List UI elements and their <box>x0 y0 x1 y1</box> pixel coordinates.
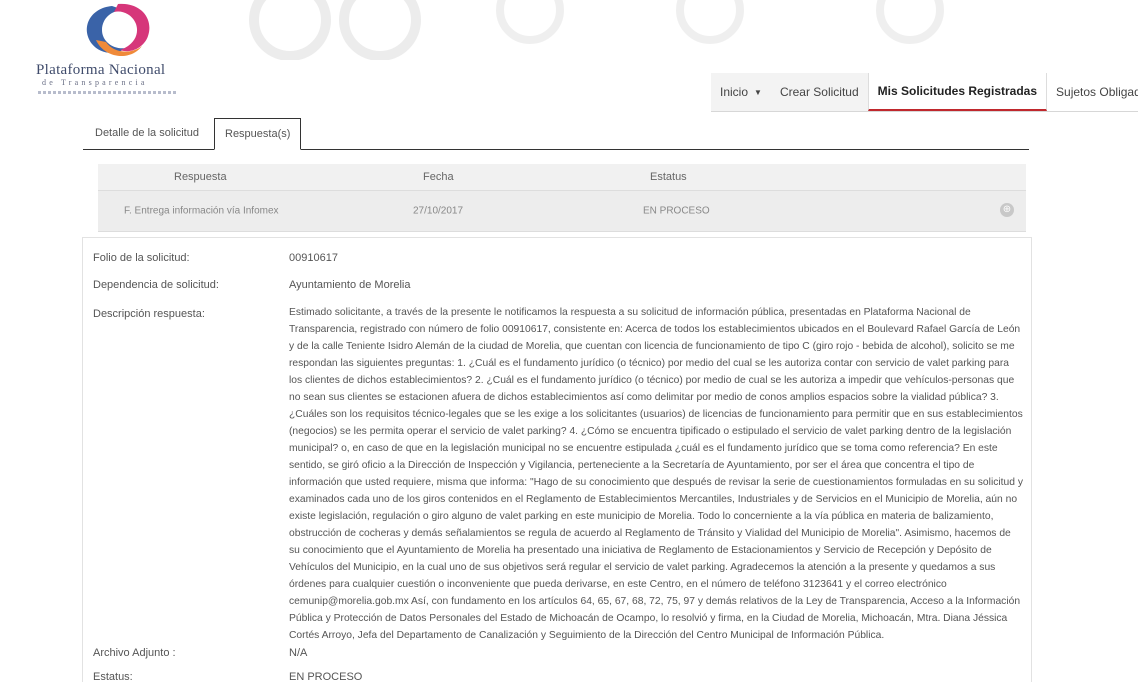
estatus-label: Estatus: <box>93 671 133 683</box>
folio-label: Folio de la solicitud: <box>93 252 190 264</box>
expand-circle-icon[interactable]: ⊕ <box>1000 203 1014 217</box>
table-row[interactable]: F. Entrega información vía Infomex 27/10… <box>98 191 1026 232</box>
cell-fecha: 27/10/2017 <box>413 205 464 217</box>
archivo-adjunto-label: Archivo Adjunto : <box>93 647 176 659</box>
tab-bar: Detalle de la solicitud Respuesta(s) <box>83 117 1029 150</box>
cell-respuesta: F. Entrega información vía Infomex <box>124 205 279 217</box>
nav-inicio[interactable]: Inicio ▼ <box>711 73 771 111</box>
dependencia-label: Dependencia de solicitud: <box>93 279 219 291</box>
logo-subtitle: de Transparencia <box>42 78 148 87</box>
nav-mis-solicitudes-label: Mis Solicitudes Registradas <box>877 84 1038 98</box>
estatus-value: EN PROCESO <box>289 671 363 683</box>
nav-sujetos-obligados-label: Sujetos Obligados <box>1056 85 1138 99</box>
nav-inicio-label: Inicio <box>720 85 749 99</box>
column-header-estatus: Estatus <box>650 171 687 183</box>
cell-estatus: EN PROCESO <box>643 205 710 217</box>
column-header-respuesta: Respuesta <box>174 171 227 183</box>
folio-value: 00910617 <box>289 252 338 264</box>
tab-respuestas[interactable]: Respuesta(s) <box>214 118 302 150</box>
table-header: Respuesta Fecha Estatus <box>98 164 1026 191</box>
logo-swirl-icon <box>86 3 150 57</box>
descripcion-label: Descripción respuesta: <box>93 308 205 320</box>
nav-crear-solicitud-label: Crear Solicitud <box>779 85 859 99</box>
caret-down-icon: ▼ <box>754 87 762 97</box>
responses-table: Respuesta Fecha Estatus F. Entrega infor… <box>98 164 1026 232</box>
tab-detalle-solicitud[interactable]: Detalle de la solicitud <box>85 117 209 149</box>
dependencia-value: Ayuntamiento de Morelia <box>289 279 411 291</box>
site-header: Plataforma Nacional de Transparencia Ini… <box>0 0 1138 112</box>
main-nav: Inicio ▼ Crear Solicitud Mis Solicitudes… <box>711 73 1138 112</box>
background-swirl-graphic <box>249 0 944 60</box>
nav-mis-solicitudes[interactable]: Mis Solicitudes Registradas <box>867 73 1048 111</box>
nav-sujetos-obligados[interactable]: Sujetos Obligados <box>1047 73 1138 111</box>
descripcion-value: Estimado solicitante, a través de la pre… <box>289 307 1023 641</box>
column-header-fecha: Fecha <box>423 171 454 183</box>
nav-crear-solicitud[interactable]: Crear Solicitud <box>771 73 868 111</box>
logo[interactable]: Plataforma Nacional de Transparencia <box>30 0 200 105</box>
logo-title: Plataforma Nacional <box>36 62 166 78</box>
response-detail-panel: Folio de la solicitud: 00910617 Dependen… <box>82 237 1032 683</box>
logo-divider <box>38 91 178 94</box>
archivo-adjunto-value: N/A <box>289 647 308 659</box>
